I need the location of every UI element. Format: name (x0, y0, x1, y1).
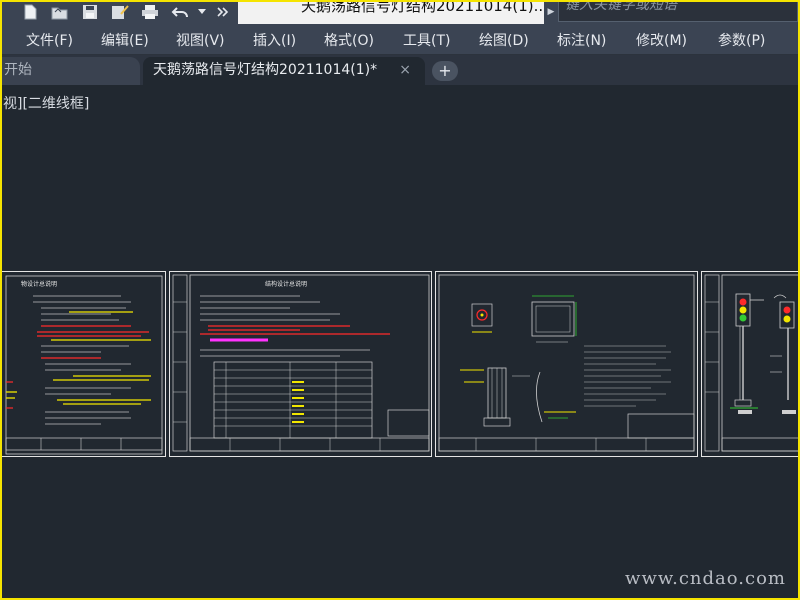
document-title-box: 天鹅荡路信号灯结构20211014(1)... (238, 0, 544, 24)
menu-file[interactable]: 文件(F) (26, 30, 73, 50)
drawing-sheet-1[interactable]: 物设计总说明 (0, 271, 166, 457)
sheet-1-title: 物设计总说明 (21, 280, 57, 288)
save-as-icon[interactable] (110, 2, 130, 22)
save-icon[interactable] (80, 2, 100, 22)
undo-dropdown-icon[interactable] (196, 2, 208, 22)
drawing-sheet-4[interactable] (701, 271, 800, 457)
menu-insert[interactable]: 插入(I) (253, 30, 296, 50)
tab-active-drawing[interactable]: 天鹅荡路信号灯结构20211014(1)* × (143, 57, 425, 85)
menu-tools[interactable]: 工具(T) (403, 30, 450, 50)
search-input[interactable]: 键入关键字或短语 (558, 0, 798, 22)
new-tab-button[interactable]: + (432, 61, 458, 81)
menu-view[interactable]: 视图(V) (176, 30, 225, 50)
menu-draw[interactable]: 绘图(D) (479, 30, 529, 50)
document-title: 天鹅荡路信号灯结构20211014(1)... (301, 0, 544, 15)
close-tab-icon[interactable]: × (399, 57, 411, 83)
menu-edit[interactable]: 编辑(E) (101, 30, 149, 50)
menu-parametric[interactable]: 参数(P) (718, 30, 765, 50)
tab-active-label: 天鹅荡路信号灯结构20211014(1)* (153, 62, 378, 78)
menu-modify[interactable]: 修改(M) (636, 30, 687, 50)
menu-format[interactable]: 格式(O) (324, 30, 374, 50)
title-bar: 天鹅荡路信号灯结构20211014(1)... ▶ 键入关键字或短语 (0, 0, 800, 24)
new-file-icon[interactable] (20, 2, 40, 22)
tab-start-label: 开始 (4, 62, 32, 78)
menu-bar: 文件(F) 编辑(E) 视图(V) 插入(I) 格式(O) 工具(T) 绘图(D… (0, 24, 800, 55)
search-placeholder: 键入关键字或短语 (565, 0, 677, 13)
print-icon[interactable] (140, 2, 160, 22)
overflow-chevron-icon[interactable] (214, 2, 232, 22)
open-file-icon[interactable] (50, 2, 70, 22)
sheet-2-title: 结构设计总说明 (265, 280, 307, 288)
drawing-sheet-2[interactable]: 结构设计总说明 (169, 271, 432, 457)
watermark: www.cndao.com (625, 568, 786, 589)
menu-dimension[interactable]: 标注(N) (557, 30, 606, 50)
drawing-sheet-3[interactable] (435, 271, 698, 457)
undo-icon[interactable] (170, 2, 190, 22)
title-expand-icon[interactable]: ▶ (545, 0, 557, 24)
tab-start[interactable]: 开始 (0, 57, 140, 85)
document-tabs: 开始 天鹅荡路信号灯结构20211014(1)* × + (0, 55, 800, 85)
